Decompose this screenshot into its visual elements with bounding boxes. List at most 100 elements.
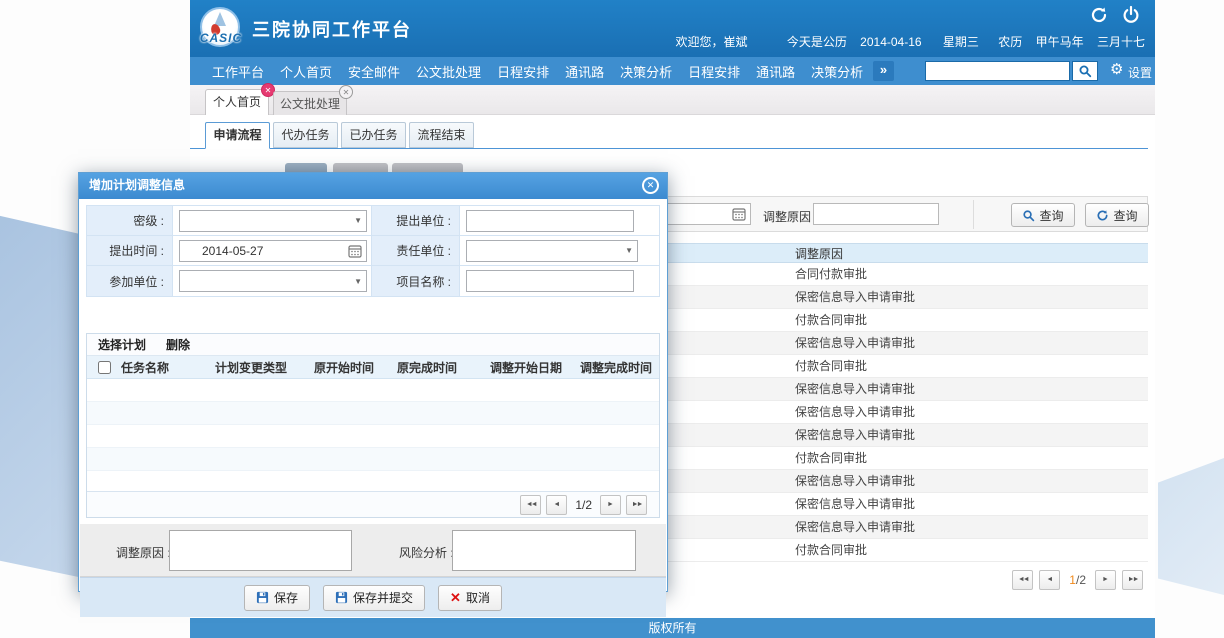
participate-unit-select[interactable]: ▼ xyxy=(179,270,367,292)
tab-personal-home[interactable]: 个人首页 ✕ xyxy=(205,89,269,115)
select-plan-link[interactable]: 选择计划 xyxy=(98,336,146,353)
subtab-todo-tasks[interactable]: 代办任务 xyxy=(273,122,338,148)
right-decoration xyxy=(1158,458,1224,595)
col-adjust-finish: 调整完成时间 xyxy=(580,359,659,376)
empty-grid-row xyxy=(87,425,659,448)
gear-icon[interactable]: ⚙ xyxy=(1110,60,1123,78)
nav-item-schedule-2[interactable]: 日程安排 xyxy=(688,62,740,81)
select-all-checkbox[interactable] xyxy=(98,361,111,374)
nav-item-personal-home[interactable]: 个人首页 xyxy=(280,62,332,81)
empty-grid-row xyxy=(87,402,659,425)
project-name-input[interactable] xyxy=(466,270,634,292)
last-page-button[interactable]: ►► xyxy=(1122,570,1143,590)
refresh-icon xyxy=(1096,209,1109,222)
main-nav: 工作平台 个人首页 安全邮件 公文批处理 日程安排 通讯路 决策分析 日程安排 … xyxy=(190,57,1155,85)
propose-time-input[interactable]: 2014-05-27 xyxy=(179,240,367,262)
casic-logo: CASIC xyxy=(198,7,242,51)
propose-time-label: 提出时间 : xyxy=(87,236,173,265)
cancel-button[interactable]: ✕ 取消 xyxy=(438,585,502,611)
next-page-button[interactable]: ► xyxy=(1095,570,1116,590)
empty-grid-row xyxy=(87,379,659,402)
lunar-date: 三月十七 xyxy=(1097,35,1145,49)
nav-item-decision-1[interactable]: 决策分析 xyxy=(620,62,672,81)
current-date: 2014-04-16 xyxy=(860,35,921,49)
last-page-button[interactable]: ►► xyxy=(626,495,647,515)
chevron-down-icon: ▼ xyxy=(354,277,362,286)
risk-analysis-textarea[interactable] xyxy=(452,530,636,571)
prev-page-button[interactable]: ◄ xyxy=(546,495,567,515)
tab-document-batch[interactable]: 公文批处理 ✕ xyxy=(273,91,347,117)
save-button[interactable]: 保存 xyxy=(244,585,310,611)
first-page-button[interactable]: ◄◄ xyxy=(1012,570,1033,590)
nav-more-button[interactable]: » xyxy=(873,61,894,81)
adjust-reason-textarea[interactable] xyxy=(169,530,352,571)
page-title: 三院协同工作平台 xyxy=(252,16,412,42)
dialog-titlebar: 增加计划调整信息 ✕ xyxy=(79,173,667,199)
search-icon xyxy=(1078,64,1092,78)
responsible-unit-label: 责任单位 : xyxy=(372,236,460,265)
power-icon[interactable] xyxy=(1121,5,1141,25)
col-task-name: 任务名称 xyxy=(121,359,215,376)
lunar-year: 甲午马年 xyxy=(1036,35,1084,49)
welcome-text: 欢迎您，崔斌 xyxy=(675,35,747,49)
save-icon xyxy=(256,591,269,604)
nav-items: 工作平台 个人首页 安全邮件 公文批处理 日程安排 通讯路 决策分析 日程安排 … xyxy=(212,57,863,85)
page-indicator: 1/2 xyxy=(1069,573,1086,587)
app-header: CASIC 三院协同工作平台 欢迎您，崔斌 今天是公历 2014-04-16 星… xyxy=(190,0,1155,57)
search-input[interactable] xyxy=(925,61,1070,81)
nav-item-schedule-1[interactable]: 日程安排 xyxy=(497,62,549,81)
propose-unit-input[interactable] xyxy=(466,210,634,232)
dialog-footer: 保存 保存并提交 ✕ 取消 xyxy=(80,577,666,617)
next-page-button[interactable]: ► xyxy=(600,495,621,515)
search-button[interactable] xyxy=(1072,61,1098,81)
copyright-footer: 版权所有 xyxy=(190,618,1155,638)
nav-item-document-batch[interactable]: 公文批处理 xyxy=(416,62,481,81)
refresh-query-button[interactable]: 查询 xyxy=(1085,203,1149,227)
calendar-icon[interactable] xyxy=(348,244,362,258)
responsible-unit-select[interactable]: ▼ xyxy=(466,240,638,262)
welcome-bar: 欢迎您，崔斌 今天是公历 2014-04-16 星期三 农历 甲午马年 三月十七 xyxy=(675,33,1145,50)
subtab-flow-finished[interactable]: 流程结束 xyxy=(409,122,474,148)
subtab-bar: 申请流程 代办任务 已办任务 流程结束 xyxy=(205,122,474,149)
screen: CASIC 三院协同工作平台 欢迎您，崔斌 今天是公历 2014-04-16 星… xyxy=(0,0,1224,638)
filter-divider xyxy=(973,200,974,229)
secret-level-select[interactable]: ▼ xyxy=(179,210,367,232)
empty-grid-row xyxy=(87,448,659,471)
subtab-done-tasks[interactable]: 已办任务 xyxy=(341,122,406,148)
nav-item-contacts-1[interactable]: 通讯路 xyxy=(565,62,604,81)
plan-grid: 选择计划 删除 任务名称 计划变更类型 原开始时间 原完成时间 调整开始日期 调… xyxy=(86,333,660,518)
participate-unit-label: 参加单位 : xyxy=(87,266,173,296)
tab-label: 个人首页 xyxy=(213,95,261,109)
grid-pagination: ◄◄ ◄ 1/2 ► ►► xyxy=(87,491,659,517)
grid-header-row: 任务名称 计划变更类型 原开始时间 原完成时间 调整开始日期 调整完成时间 xyxy=(87,356,659,379)
reason-risk-panel: 调整原因 : 风险分析 : xyxy=(80,524,666,577)
dialog-body: 密级 : ▼ 提出单位 : 提出时间 : 2014-0 xyxy=(79,199,667,591)
nav-item-contacts-2[interactable]: 通讯路 xyxy=(756,62,795,81)
subtab-apply-flow[interactable]: 申请流程 xyxy=(205,122,270,149)
query-button[interactable]: 查询 xyxy=(1011,203,1075,227)
refresh-icon[interactable] xyxy=(1089,5,1109,25)
col-orig-finish: 原完成时间 xyxy=(397,359,490,376)
lunar-label: 农历 xyxy=(998,35,1022,49)
project-name-label: 项目名称 : xyxy=(372,266,460,296)
first-page-button[interactable]: ◄◄ xyxy=(520,495,541,515)
delete-link[interactable]: 删除 xyxy=(166,336,190,353)
risk-analysis-label: 风险分析 : xyxy=(399,544,454,561)
col-adjust-start: 调整开始日期 xyxy=(490,359,580,376)
dialog-close-icon[interactable]: ✕ xyxy=(642,177,659,194)
calendar-icon xyxy=(732,207,746,221)
tab-label: 公文批处理 xyxy=(280,97,340,111)
nav-item-work-platform[interactable]: 工作平台 xyxy=(212,62,264,81)
col-change-type: 计划变更类型 xyxy=(215,359,314,376)
nav-item-decision-2[interactable]: 决策分析 xyxy=(811,62,863,81)
col-orig-start: 原开始时间 xyxy=(314,359,397,376)
dialog-title: 增加计划调整信息 xyxy=(89,178,185,192)
chevron-down-icon: ▼ xyxy=(354,216,362,225)
adjust-reason-label: 调整原因 : xyxy=(116,544,171,561)
tab-close-icon[interactable]: ✕ xyxy=(339,85,353,99)
save-and-submit-button[interactable]: 保存并提交 xyxy=(323,585,425,611)
settings-link[interactable]: 设置 xyxy=(1128,64,1152,81)
nav-item-secure-mail[interactable]: 安全邮件 xyxy=(348,62,400,81)
adjust-reason-filter-input[interactable] xyxy=(813,203,939,225)
prev-page-button[interactable]: ◄ xyxy=(1039,570,1060,590)
